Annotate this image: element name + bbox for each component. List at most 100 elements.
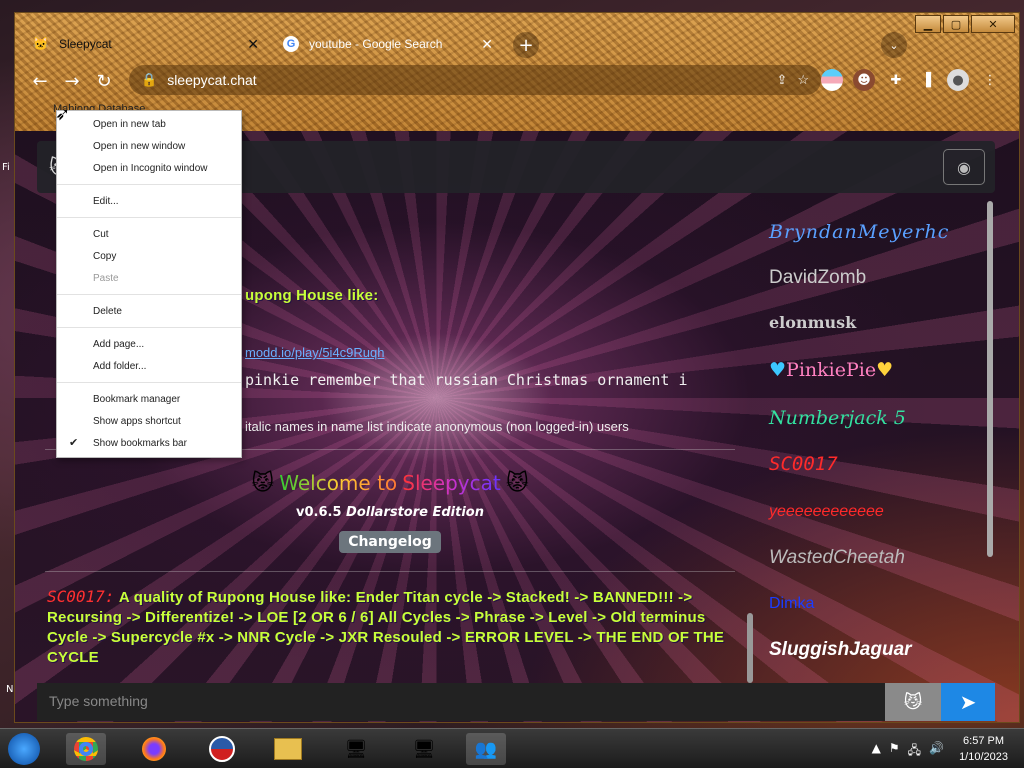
- user-list-item[interactable]: SC0017: [769, 453, 838, 475]
- star-icon[interactable]: ☆: [797, 72, 809, 88]
- send-icon: ➤: [959, 690, 977, 714]
- menu-item-delete[interactable]: Delete: [93, 303, 122, 321]
- taskbar-app-icon[interactable]: [202, 733, 242, 765]
- forward-button[interactable]: →: [59, 69, 85, 93]
- profile-icon[interactable]: ●: [947, 69, 969, 91]
- extensions-puzzle-icon[interactable]: ✚: [885, 69, 907, 91]
- user-list-item[interactable]: Numberjack 5: [769, 407, 906, 429]
- system-clock[interactable]: 6:57 PM 1/10/2023: [959, 733, 1008, 765]
- version-number: v0.6.5: [296, 505, 342, 520]
- user-list-name: PinkiePie: [786, 359, 877, 381]
- menu-item-show-bookmarks-bar[interactable]: Show bookmarks bar: [93, 435, 187, 453]
- cat-icon: 😾: [505, 471, 529, 496]
- minimize-button[interactable]: ▁: [915, 15, 941, 33]
- chat-message-text: A quality of Rupong House like: Ender Ti…: [47, 589, 725, 666]
- taskbar-people-icon[interactable]: 👥: [466, 733, 506, 765]
- close-window-button[interactable]: ✕: [971, 15, 1015, 33]
- clock-time: 6:57 PM: [963, 735, 1005, 747]
- back-button[interactable]: ←: [27, 69, 53, 93]
- close-icon[interactable]: ✕: [247, 36, 259, 53]
- chevron-up-icon[interactable]: ▲: [872, 741, 881, 762]
- menu-item-add-folder[interactable]: Add folder...: [93, 358, 146, 376]
- user-list-item[interactable]: yeeeeeeeeeeee: [769, 503, 884, 521]
- menu-item-cut[interactable]: Cut: [93, 226, 109, 244]
- new-tab-button[interactable]: +: [513, 32, 539, 58]
- tab-google-search[interactable]: G youtube - Google Search ✕: [273, 29, 503, 59]
- chat-message-partial: upong House like:: [245, 287, 379, 304]
- checkmark-icon: ✔: [69, 437, 79, 449]
- changelog-button[interactable]: Changelog: [339, 531, 441, 553]
- menu-item-copy[interactable]: Copy: [93, 248, 116, 266]
- chat-scrollbar[interactable]: [747, 613, 753, 683]
- message-input[interactable]: Type something: [37, 683, 887, 721]
- menu-item-open-new-window[interactable]: Open in new window: [93, 138, 185, 156]
- menu-kebab-icon[interactable]: ⋮: [979, 69, 1001, 91]
- lock-icon[interactable]: 🔒: [141, 72, 157, 88]
- side-panel-icon[interactable]: ▐: [915, 69, 937, 91]
- user-list-item[interactable]: BryndanMeyerhc: [769, 221, 949, 243]
- mouse-cursor-icon: ➶: [55, 104, 71, 125]
- taskbar-network-icon[interactable]: 🖥: [336, 733, 376, 765]
- changelog-row: Changelog: [45, 531, 735, 553]
- maximize-button[interactable]: ▢: [943, 15, 969, 33]
- user-list-scrollbar[interactable]: [987, 201, 993, 557]
- network-icon[interactable]: 🖧: [908, 741, 921, 762]
- clock-date: 1/10/2023: [959, 751, 1008, 763]
- share-icon[interactable]: ⇪: [776, 72, 787, 88]
- user-account-button[interactable]: ◉: [943, 149, 985, 185]
- extension-avatar-icon[interactable]: ☻: [853, 69, 875, 91]
- chat-link[interactable]: modd.io/play/5i4c9Ruqh: [245, 345, 384, 360]
- user-list: BryndanMeyerhc DavidZomb elonmusk ♥Pinki…: [763, 201, 977, 671]
- taskbar: 🖥 🖥 👥 ▲ ⚑ 🖧 🔊 6:57 PM 1/10/2023: [0, 728, 1024, 768]
- send-button[interactable]: ➤: [941, 683, 995, 721]
- user-list-item[interactable]: DavidZomb: [769, 267, 866, 289]
- menu-item-open-new-tab[interactable]: Open in new tab: [93, 116, 166, 134]
- menu-item-show-apps-shortcut[interactable]: Show apps shortcut: [93, 413, 181, 431]
- chat-message: SC0017: A quality of Rupong House like: …: [47, 587, 727, 668]
- menu-separator: [57, 217, 241, 218]
- user-list-item[interactable]: SluggishJaguar: [769, 639, 912, 661]
- menu-separator: [57, 382, 241, 383]
- menu-separator: [57, 327, 241, 328]
- flag-icon[interactable]: ⚑: [889, 741, 900, 762]
- welcome-prefix: Welcome to: [279, 471, 398, 495]
- menu-item-bookmark-manager[interactable]: Bookmark manager: [93, 391, 180, 409]
- taskbar-network-icon[interactable]: 🖥: [404, 733, 444, 765]
- divider: [45, 571, 735, 572]
- volume-icon[interactable]: 🔊: [929, 741, 944, 762]
- heart-icon: ♥: [876, 359, 894, 381]
- system-notice: italic names in name list indicate anony…: [245, 419, 629, 434]
- bookmark-context-menu: Open in new tab Open in new window Open …: [56, 110, 242, 458]
- chat-username[interactable]: SC0017:: [47, 587, 114, 606]
- user-list-item[interactable]: WastedCheetah: [769, 547, 905, 569]
- welcome-banner: 😾 Welcome to Sleepycat 😾: [45, 471, 735, 496]
- cat-icon: 🐱: [32, 36, 50, 51]
- system-tray: ▲ ⚑ 🖧 🔊: [872, 741, 944, 762]
- url-text: sleepycat.chat: [167, 72, 257, 88]
- version-edition: Dollarstore Edition: [346, 505, 484, 520]
- reload-button[interactable]: ↻: [91, 69, 117, 93]
- cat-icon: 😼: [903, 691, 923, 713]
- tab-search-button[interactable]: ⌄: [881, 32, 907, 58]
- user-list-item[interactable]: ♥PinkiePie♥: [769, 359, 893, 381]
- menu-item-paste: Paste: [93, 273, 119, 284]
- address-bar[interactable]: 🔒 sleepycat.chat ⇪ ☆: [129, 65, 821, 95]
- extension-flag-icon[interactable]: [821, 69, 843, 91]
- user-list-item[interactable]: Dimka: [769, 595, 814, 613]
- taskbar-explorer-icon[interactable]: [268, 733, 308, 765]
- cat-icon: 😾: [251, 471, 275, 496]
- user-list-item[interactable]: elonmusk: [769, 313, 856, 332]
- menu-item-edit[interactable]: Edit...: [93, 193, 119, 211]
- emote-cat-button[interactable]: 😼: [885, 683, 941, 721]
- menu-item-add-page[interactable]: Add page...: [93, 336, 144, 354]
- tab-sleepycat[interactable]: 🐱 Sleepycat ✕: [23, 29, 269, 59]
- heart-icon: ♥: [769, 359, 787, 381]
- welcome-brand: Sleepycat: [402, 471, 501, 495]
- menu-item-open-incognito[interactable]: Open in Incognito window: [93, 160, 208, 178]
- start-button[interactable]: [8, 733, 40, 765]
- desktop-label: Fi: [2, 162, 10, 173]
- close-icon[interactable]: ✕: [481, 36, 493, 53]
- taskbar-firefox-icon[interactable]: [134, 733, 174, 765]
- google-icon: G: [283, 36, 299, 52]
- taskbar-chrome-icon[interactable]: [66, 733, 106, 765]
